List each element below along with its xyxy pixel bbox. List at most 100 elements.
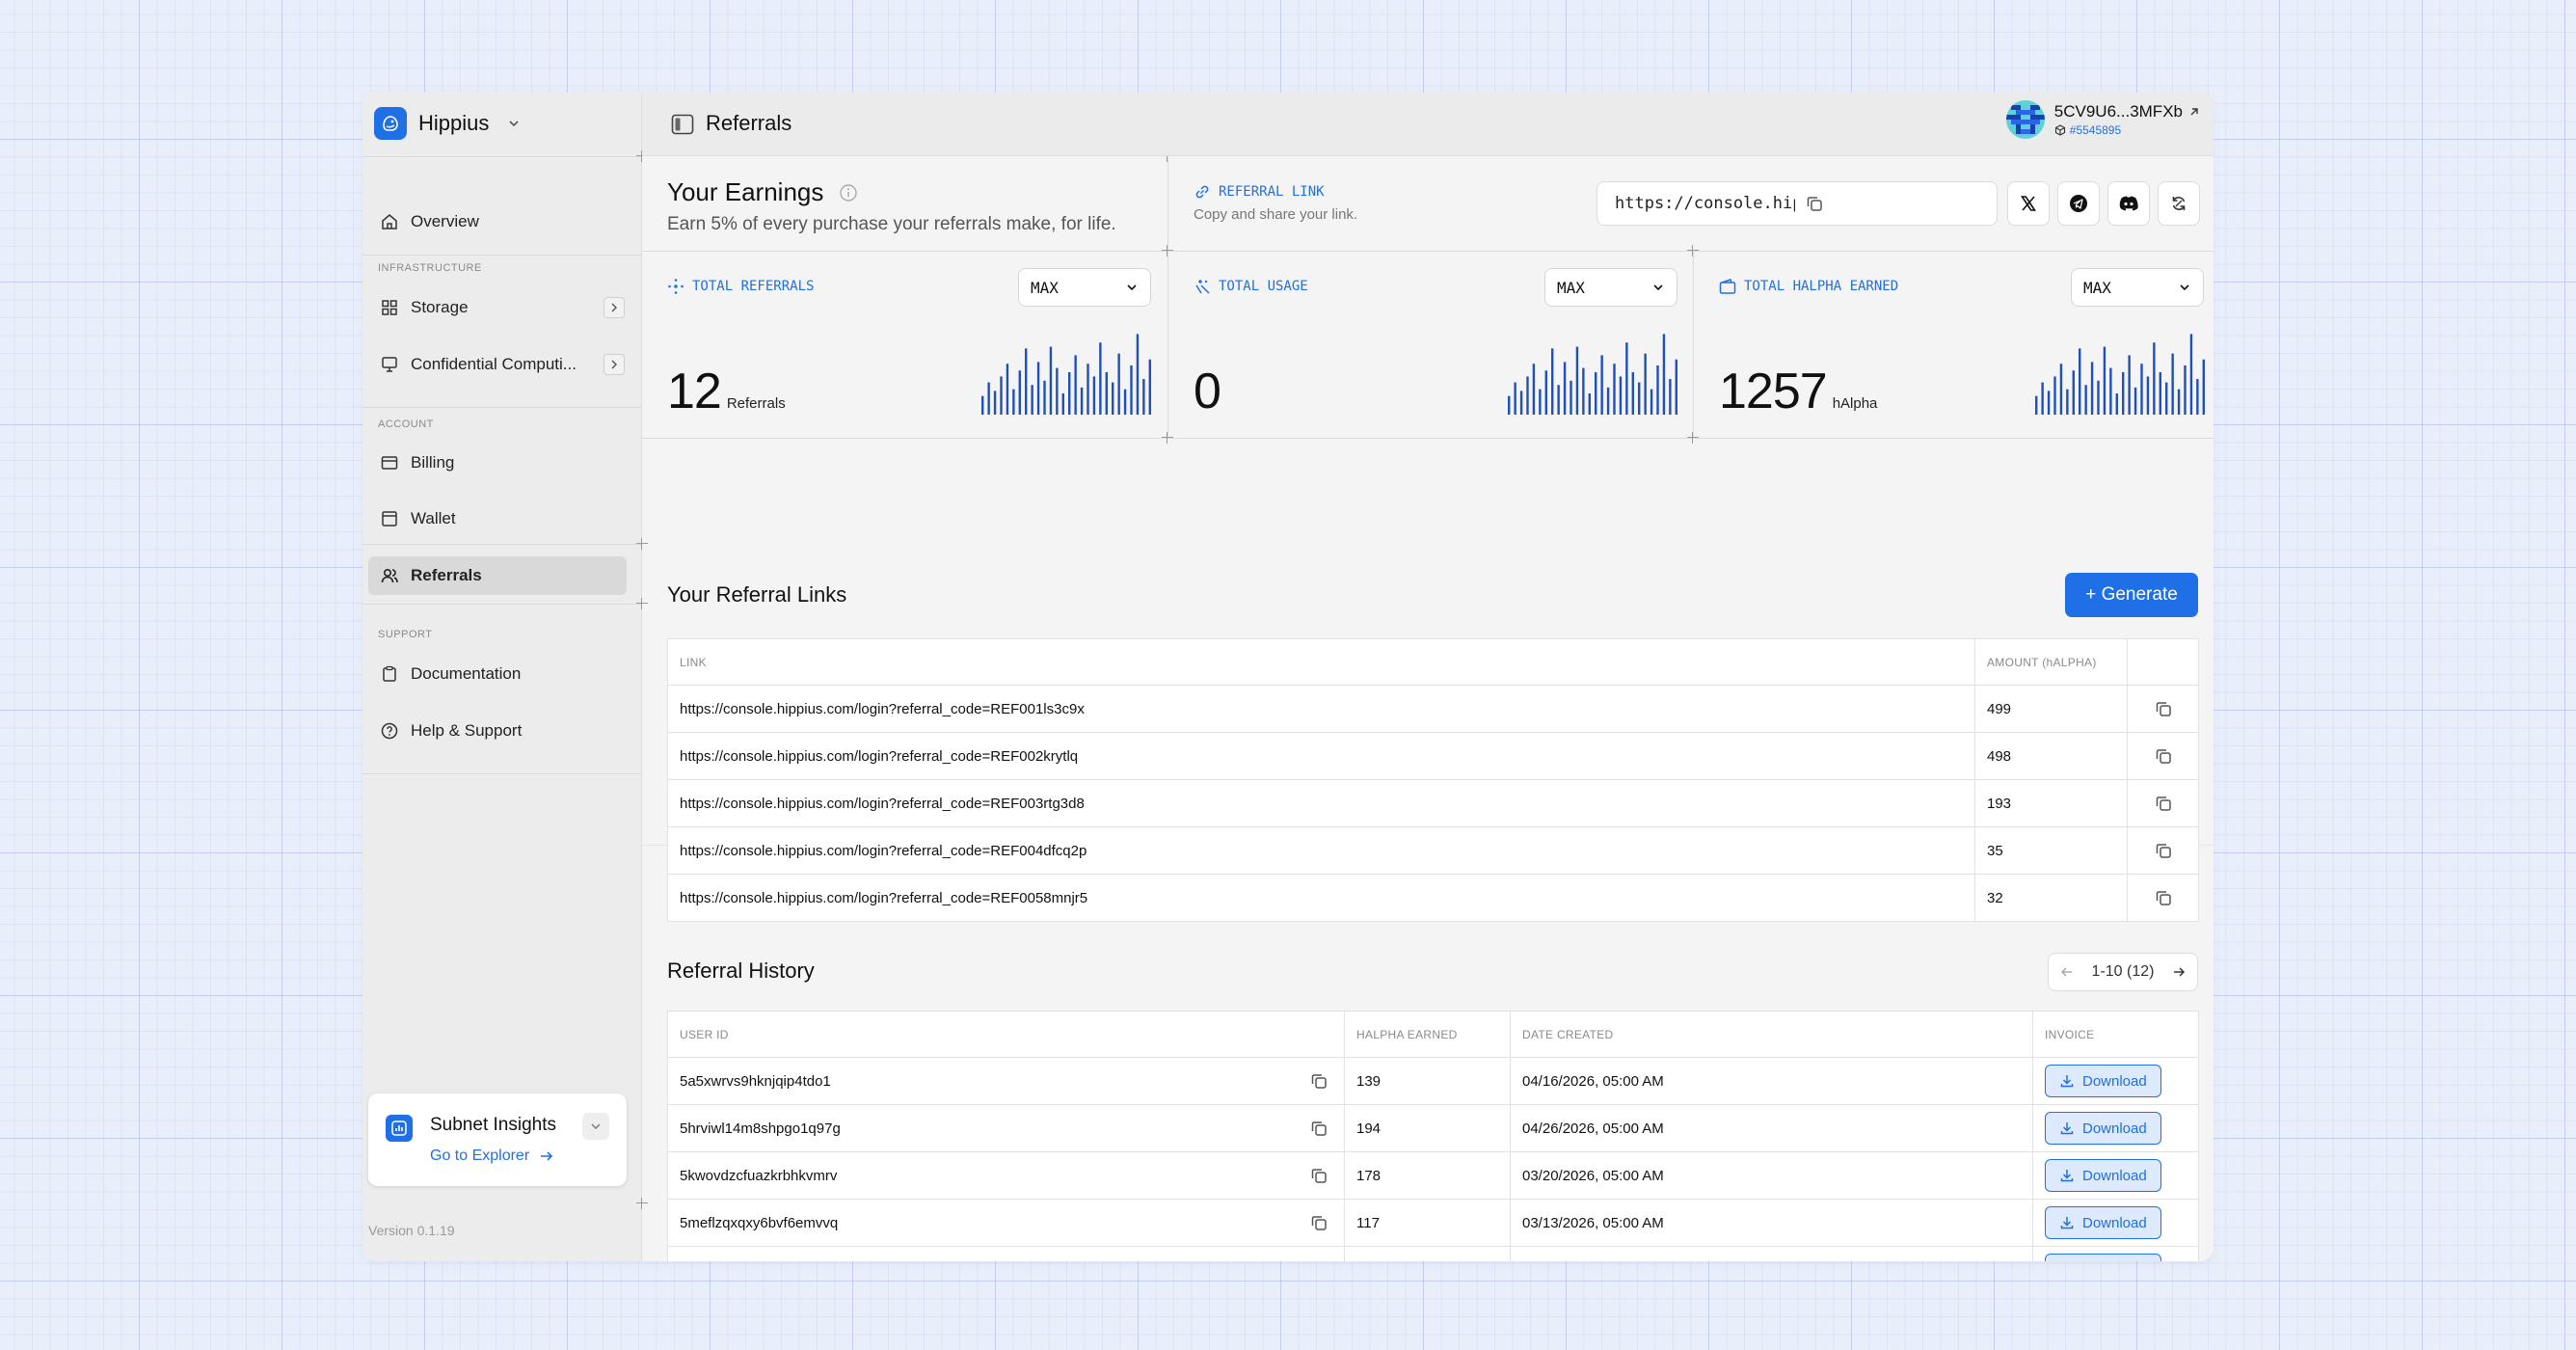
stat-value-halpha: 1257 hAlpha	[1719, 363, 1877, 420]
copy-icon[interactable]	[2129, 699, 2198, 718]
sparkline-halpha	[2035, 334, 2205, 415]
sidebar-item-billing[interactable]: Billing	[368, 444, 627, 482]
referral-history-table: USER ID HALPHA EARNED DATE CREATED INVOI…	[667, 1011, 2199, 1261]
spark-bar	[2133, 387, 2137, 415]
table-row: 5a5xwrvs9hknjqip4tdo1 139 04/16/2026, 05:0…	[667, 1057, 2199, 1105]
halpha-earned-cell: 178	[1344, 1151, 1511, 1200]
spark-bar	[1600, 355, 1603, 415]
referral-link-field[interactable]: https://console.hippius.com/login?referr…	[1597, 181, 1998, 226]
spark-bar	[1582, 367, 1585, 415]
arrow-right-icon[interactable]	[2172, 965, 2186, 979]
section-account: ACCOUNT	[378, 418, 434, 430]
go-to-explorer-link[interactable]: Go to Explorer	[430, 1148, 554, 1165]
help-circle-icon	[380, 721, 399, 741]
sidebar-toggle-icon[interactable]	[671, 114, 694, 135]
sidebar-item-overview[interactable]: Overview	[368, 202, 627, 241]
arrow-right-icon	[539, 1148, 554, 1164]
range-select-referrals[interactable]: MAX	[1018, 268, 1151, 307]
sidebar: Hippius Overview INFRASTRUCTURE Storage …	[362, 93, 642, 1261]
sidebar-item-help[interactable]: Help & Support	[368, 712, 627, 750]
download-button[interactable]: Download	[2045, 1206, 2161, 1239]
sidebar-item-referrals[interactable]: Referrals	[368, 556, 627, 595]
range-select-halpha[interactable]: MAX	[2071, 268, 2204, 307]
share-discord-button[interactable]	[2107, 181, 2150, 226]
share-x-button[interactable]	[2007, 181, 2050, 226]
sidebar-item-storage[interactable]: Storage	[368, 288, 627, 327]
table-row: https://console.hippius.com/login?referr…	[667, 779, 2199, 827]
table-row: https://console.hippius.com/login?referr…	[667, 685, 2199, 733]
page-title: Referrals	[706, 111, 792, 135]
copy-icon[interactable]	[1309, 1119, 1328, 1138]
stat-number-usage: 0	[1194, 364, 1221, 419]
monitor-icon	[380, 355, 399, 374]
chevron-down-icon	[2178, 281, 2191, 294]
date-created-cell: 03/13/2026, 05:00 AM	[1510, 1199, 2033, 1247]
spark-bar	[2072, 370, 2075, 415]
referral-link-cell: https://console.hippius.com/login?referr…	[667, 685, 1975, 733]
copy-icon[interactable]	[2129, 746, 2198, 766]
share-telegram-button[interactable]	[2057, 181, 2100, 226]
section-support: SUPPORT	[378, 629, 433, 640]
spark-bar	[1142, 379, 1145, 415]
clipboard-icon	[380, 664, 399, 684]
range-select-usage[interactable]: MAX	[1544, 268, 1677, 307]
referral-link-label: REFERRAL LINK	[1194, 183, 1325, 201]
referral-link-label-text: REFERRAL LINK	[1219, 184, 1325, 200]
spark-bar	[1669, 379, 1672, 415]
table-row: https://console.hippius.com/login?referr…	[667, 826, 2199, 875]
brand-switcher[interactable]: Hippius	[374, 106, 522, 141]
account-id: #5545895	[2069, 123, 2122, 137]
app-window: Hippius Overview INFRASTRUCTURE Storage …	[362, 93, 2214, 1261]
spark-bar	[1644, 353, 1647, 415]
download-icon	[2059, 1073, 2075, 1089]
stat-unit-halpha: hAlpha	[1832, 395, 1878, 412]
spark-bar	[1675, 359, 1677, 415]
download-button[interactable]: Download	[2045, 1254, 2161, 1261]
spark-bar	[1539, 389, 1542, 415]
account-address: 5CV9U6...3MFXb	[2053, 102, 2183, 121]
pagination-label: 1-10 (12)	[2091, 963, 2155, 980]
copy-icon[interactable]	[2129, 888, 2198, 907]
copy-icon[interactable]	[1805, 194, 1985, 213]
chevron-right-icon[interactable]	[604, 354, 625, 375]
copy-icon[interactable]	[2129, 794, 2198, 813]
spark-bar	[1130, 364, 1133, 415]
spark-bar	[987, 382, 990, 415]
regenerate-link-button[interactable]	[2158, 181, 2200, 226]
referral-link-cell: https://console.hippius.com/login?referr…	[667, 874, 1975, 922]
copy-icon[interactable]	[1309, 1213, 1328, 1232]
external-link-icon[interactable]	[2188, 106, 2200, 118]
generate-button[interactable]: + Generate	[2065, 573, 2198, 617]
referral-links-table: LINK AMOUNT (hALPHA) https://console.hip…	[667, 638, 2199, 922]
download-button[interactable]: Download	[2045, 1065, 2161, 1097]
download-label: Download	[2082, 1167, 2147, 1184]
copy-icon[interactable]	[1309, 1166, 1328, 1185]
copy-icon[interactable]	[1309, 1071, 1328, 1091]
download-button[interactable]: Download	[2045, 1159, 2161, 1192]
table-header-row: USER ID HALPHA EARNED DATE CREATED INVOI…	[667, 1011, 2199, 1058]
refresh-icon	[2169, 194, 2188, 213]
chevron-down-icon[interactable]	[582, 1113, 609, 1140]
column-header-halpha-earned: HALPHA EARNED	[1344, 1011, 1511, 1058]
chevron-down-icon	[1651, 281, 1665, 294]
home-icon	[380, 212, 399, 231]
download-button[interactable]: Download	[2045, 1112, 2161, 1145]
download-label: Download	[2082, 1072, 2147, 1090]
copy-icon[interactable]	[2129, 841, 2198, 860]
spark-bar	[2165, 382, 2168, 415]
account-menu[interactable]: 5CV9U6...3MFXb #5545895	[2005, 100, 2200, 139]
date-created-cell: 04/26/2026, 05:00 AM	[1510, 1104, 2033, 1152]
spark-bar	[1532, 364, 1536, 415]
chevron-right-icon[interactable]	[604, 297, 625, 318]
copy-icon[interactable]	[1309, 1260, 1328, 1261]
referral-history-title: Referral History	[667, 958, 815, 983]
x-logo-icon	[2020, 195, 2037, 212]
info-icon[interactable]	[839, 183, 858, 202]
sidebar-item-wallet[interactable]: Wallet	[368, 500, 627, 538]
spark-bar	[2184, 364, 2187, 415]
column-header-amount: AMOUNT (hALPHA)	[1974, 638, 2128, 686]
telegram-icon	[2069, 194, 2088, 213]
sidebar-item-documentation[interactable]: Documentation	[368, 655, 627, 693]
sidebar-item-confidential-computing[interactable]: Confidential Computi...	[368, 345, 627, 384]
arrow-left-icon[interactable]	[2060, 965, 2074, 979]
